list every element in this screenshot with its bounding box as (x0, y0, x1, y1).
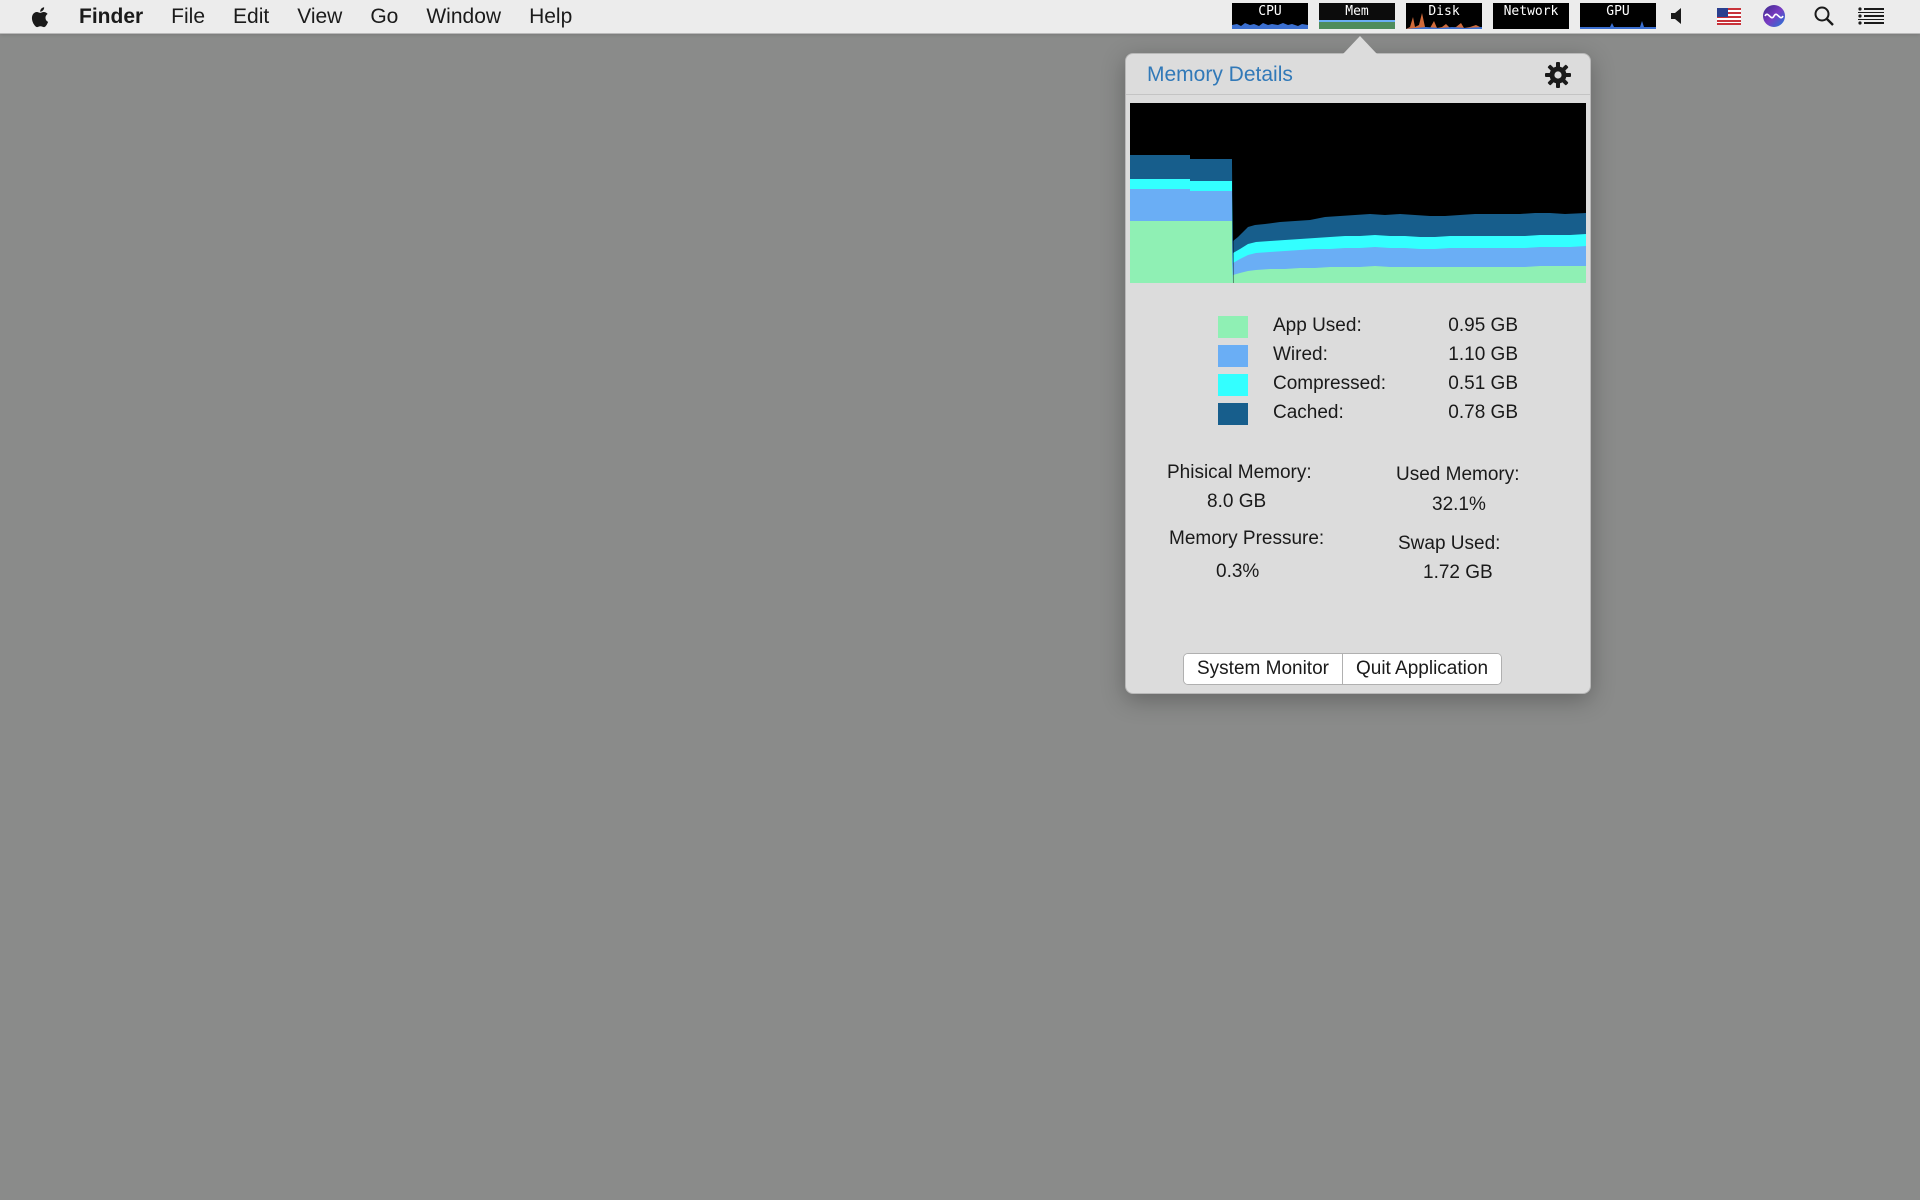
cpu-meter-label: CPU (1258, 4, 1282, 19)
app-used-value: 0.95 GB (1448, 315, 1518, 336)
disk-meter[interactable]: Disk (1406, 3, 1482, 29)
menu-bar-left: Finder File Edit View Go Window Help (0, 0, 572, 33)
list-icon[interactable] (1857, 3, 1885, 29)
volume-icon[interactable] (1668, 3, 1688, 29)
legend-row-app-used: App Used: 0.95 GB (1218, 313, 1518, 342)
memory-meter-label: Mem (1345, 4, 1369, 19)
cached-value: 0.78 GB (1448, 402, 1518, 423)
compressed-label: Compressed: (1273, 373, 1386, 394)
cached-swatch (1218, 403, 1248, 425)
swap-used-value: 1.72 GB (1423, 562, 1493, 583)
siri-icon[interactable] (1761, 3, 1787, 29)
compressed-swatch (1218, 374, 1248, 396)
memory-pressure-value: 0.3% (1216, 561, 1260, 582)
memory-history-chart (1130, 103, 1586, 283)
cpu-meter[interactable]: CPU (1232, 3, 1308, 29)
gpu-meter-label: GPU (1606, 4, 1630, 19)
cached-label: Cached: (1273, 402, 1344, 423)
network-meter-label: Network (1503, 4, 1559, 19)
wired-value: 1.10 GB (1448, 344, 1518, 365)
popover-header: Memory Details (1126, 54, 1590, 95)
gear-icon[interactable] (1544, 61, 1572, 89)
wired-label: Wired: (1273, 344, 1328, 365)
apple-icon[interactable] (26, 5, 56, 29)
compressed-value: 0.51 GB (1448, 373, 1518, 394)
physical-memory-value: 8.0 GB (1207, 491, 1267, 512)
memory-legend: App Used: 0.95 GB Wired: 1.10 GB Compres… (1218, 313, 1518, 429)
menu-bar: Finder File Edit View Go Window Help CPU… (0, 0, 1920, 34)
memory-meter[interactable]: Mem (1319, 3, 1395, 29)
wired-swatch (1218, 345, 1248, 367)
popover-arrow (1343, 36, 1377, 54)
app-used-label: App Used: (1273, 315, 1362, 336)
menu-edit[interactable]: Edit (233, 0, 269, 33)
popover-button-group: System Monitor Quit Application (1183, 653, 1503, 685)
search-icon[interactable] (1812, 3, 1836, 29)
disk-meter-label: Disk (1428, 4, 1460, 19)
gpu-meter[interactable]: GPU (1580, 3, 1656, 29)
app-used-area (1130, 221, 1233, 283)
us-flag-icon[interactable] (1716, 3, 1742, 29)
physical-memory-label: Phisical Memory: (1167, 462, 1312, 483)
popover-title: Memory Details (1147, 63, 1293, 86)
memory-pressure-label: Memory Pressure: (1169, 528, 1325, 549)
used-memory-value: 32.1% (1432, 494, 1486, 515)
used-memory-label: Used Memory: (1396, 464, 1520, 485)
menu-window[interactable]: Window (426, 0, 501, 33)
network-meter[interactable]: Network (1493, 3, 1569, 29)
swap-used-label: Swap Used: (1398, 533, 1501, 554)
legend-row-wired: Wired: 1.10 GB (1218, 342, 1518, 371)
memory-details-popover: Memory Details App Used: 0.95 GB Wired: … (1125, 53, 1591, 694)
menu-go[interactable]: Go (370, 0, 398, 33)
system-monitor-button[interactable]: System Monitor (1184, 654, 1342, 684)
menu-app-finder[interactable]: Finder (79, 0, 143, 33)
menu-help[interactable]: Help (529, 0, 572, 33)
quit-application-button[interactable]: Quit Application (1341, 654, 1502, 684)
menu-view[interactable]: View (297, 0, 342, 33)
app-used-swatch (1218, 316, 1248, 338)
menu-file[interactable]: File (171, 0, 205, 33)
legend-row-compressed: Compressed: 0.51 GB (1218, 371, 1518, 400)
legend-row-cached: Cached: 0.78 GB (1218, 400, 1518, 429)
memory-history-graph (1130, 103, 1586, 283)
